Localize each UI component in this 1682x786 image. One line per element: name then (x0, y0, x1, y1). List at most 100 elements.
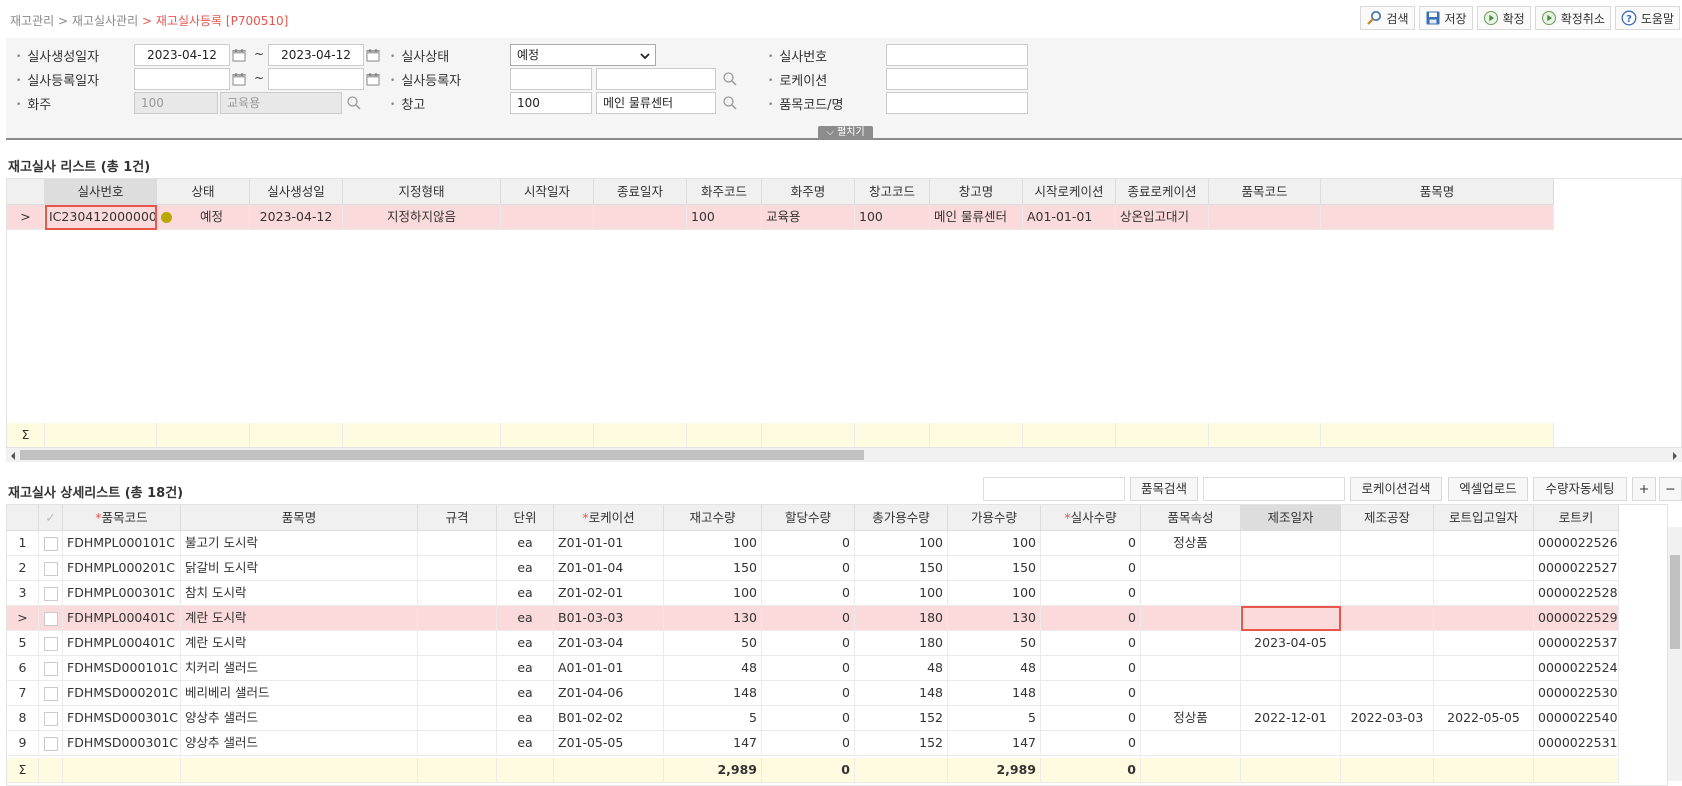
detail-header-lotin[interactable]: 로트입고일자 (1434, 505, 1534, 531)
detail-cell-loc[interactable]: A01-01-01 (554, 656, 664, 681)
detail-header-count[interactable]: *실사수량 (1041, 505, 1141, 531)
location-input[interactable] (886, 68, 1028, 90)
detail-cell-count[interactable]: 0 (1041, 531, 1141, 556)
detail-cell-mfg[interactable] (1241, 606, 1341, 631)
detail-row-checkbox-cell[interactable] (39, 606, 63, 631)
detail-cell-loc[interactable]: B01-03-03 (554, 606, 664, 631)
detail-cell-name[interactable]: 계란 도시락 (181, 631, 418, 656)
detail-cell-attr[interactable]: 정상품 (1141, 531, 1241, 556)
detail-cell-lotin[interactable] (1434, 556, 1534, 581)
detail-cell-stock[interactable]: 100 (664, 531, 762, 556)
list-cell-item-name[interactable] (1321, 205, 1554, 230)
detail-cell-stock[interactable]: 148 (664, 681, 762, 706)
detail-row-checkbox-cell[interactable] (39, 556, 63, 581)
detail-cell-avail[interactable]: 100 (948, 531, 1041, 556)
cancel-confirm-button[interactable]: 확정취소 (1534, 6, 1611, 30)
registrant-code-input[interactable] (510, 68, 592, 90)
row-checkbox[interactable] (43, 561, 58, 576)
detail-cell-alloc[interactable]: 0 (762, 681, 855, 706)
detail-row-number[interactable]: 8 (7, 706, 39, 731)
detail-header-name[interactable]: 품목명 (181, 505, 418, 531)
detail-cell-mfg[interactable] (1241, 681, 1341, 706)
detail-cell-count[interactable]: 0 (1041, 706, 1141, 731)
detail-cell-spec[interactable] (418, 631, 497, 656)
list-cell-start-loc[interactable]: A01-01-01 (1023, 205, 1116, 230)
excel-upload-button[interactable]: 엑셀업로드 (1448, 477, 1528, 501)
detail-cell-name[interactable]: 양상추 샐러드 (181, 706, 418, 731)
detail-cell-attr[interactable] (1141, 606, 1241, 631)
detail-cell-unit[interactable]: ea (497, 556, 554, 581)
detail-cell-count[interactable]: 0 (1041, 556, 1141, 581)
location-search-input[interactable] (1203, 477, 1345, 501)
detail-cell-total[interactable]: 100 (855, 531, 948, 556)
status-select[interactable]: 예정 (510, 44, 656, 66)
detail-cell-unit[interactable]: ea (497, 656, 554, 681)
detail-cell-spec[interactable] (418, 731, 497, 756)
detail-cell-total[interactable]: 180 (855, 606, 948, 631)
detail-cell-stock[interactable]: 5 (664, 706, 762, 731)
detail-header-stock[interactable]: 재고수량 (664, 505, 762, 531)
breadcrumb-level2[interactable]: 재고실사관리 (72, 14, 138, 28)
detail-header-check[interactable]: ✓ (39, 505, 63, 531)
detail-cell-spec[interactable] (418, 681, 497, 706)
scroll-right-icon[interactable] (1671, 450, 1679, 464)
add-row-button[interactable]: + (1632, 477, 1656, 501)
list-cell-created[interactable]: 2023-04-12 (250, 205, 343, 230)
detail-cell-mfg[interactable]: 2023-04-05 (1241, 631, 1341, 656)
location-search-button[interactable]: 로케이션검색 (1350, 477, 1442, 501)
list-cell-owner-code[interactable]: 100 (687, 205, 762, 230)
expand-search-button[interactable]: ⌵ 펼치기 (818, 126, 873, 140)
detail-cell-code[interactable]: FDHMSD000101C (63, 656, 181, 681)
detail-cell-lotin[interactable] (1434, 731, 1534, 756)
detail-cell-lotkey[interactable]: 0000022530 (1534, 681, 1619, 706)
vertical-scroll-thumb[interactable] (1670, 555, 1680, 649)
list-header-created[interactable]: 실사생성일 (250, 179, 343, 205)
detail-cell-plant[interactable] (1341, 731, 1434, 756)
detail-cell-name[interactable]: 베리베리 샐러드 (181, 681, 418, 706)
detail-cell-unit[interactable]: ea (497, 706, 554, 731)
search-icon[interactable] (722, 95, 738, 111)
detail-cell-spec[interactable] (418, 706, 497, 731)
detail-cell-loc[interactable]: Z01-01-01 (554, 531, 664, 556)
detail-cell-mfg[interactable] (1241, 556, 1341, 581)
breadcrumb-level1[interactable]: 재고관리 (10, 14, 54, 28)
detail-cell-lotin[interactable] (1434, 631, 1534, 656)
detail-cell-spec[interactable] (418, 531, 497, 556)
detail-cell-stock[interactable]: 147 (664, 731, 762, 756)
list-cell-end-loc[interactable]: 상온입고대기 (1116, 205, 1209, 230)
confirm-button[interactable]: 확정 (1476, 6, 1531, 30)
detail-cell-attr[interactable] (1141, 656, 1241, 681)
calendar-icon[interactable] (232, 48, 246, 62)
list-header-owner-name[interactable]: 화주명 (762, 179, 855, 205)
detail-cell-code[interactable]: FDHMPL000401C (63, 631, 181, 656)
detail-row-checkbox-cell[interactable] (39, 731, 63, 756)
detail-cell-lotkey[interactable]: 0000022528 (1534, 581, 1619, 606)
list-cell-item-code[interactable] (1209, 205, 1321, 230)
detail-cell-plant[interactable] (1341, 631, 1434, 656)
detail-row-number[interactable]: 2 (7, 556, 39, 581)
detail-cell-name[interactable]: 치커리 샐러드 (181, 656, 418, 681)
list-cell-end[interactable] (594, 205, 687, 230)
list-header-wh-name[interactable]: 창고명 (930, 179, 1023, 205)
detail-row-checkbox-cell[interactable] (39, 531, 63, 556)
row-checkbox[interactable] (43, 711, 58, 726)
detail-cell-loc[interactable]: Z01-04-06 (554, 681, 664, 706)
reg-date-from-input[interactable] (134, 68, 230, 90)
detail-row-checkbox-cell[interactable] (39, 681, 63, 706)
detail-cell-mfg[interactable] (1241, 531, 1341, 556)
detail-row-checkbox-cell[interactable] (39, 631, 63, 656)
list-header-type[interactable]: 지정형태 (343, 179, 501, 205)
detail-row-number[interactable]: 5 (7, 631, 39, 656)
detail-cell-avail[interactable]: 148 (948, 681, 1041, 706)
detail-cell-avail[interactable]: 100 (948, 581, 1041, 606)
detail-cell-lotin[interactable]: 2022-05-05 (1434, 706, 1534, 731)
detail-cell-spec[interactable] (418, 581, 497, 606)
row-checkbox[interactable] (43, 736, 58, 751)
detail-cell-attr[interactable] (1141, 556, 1241, 581)
detail-cell-alloc[interactable]: 0 (762, 656, 855, 681)
detail-cell-lotkey[interactable]: 0000022526 (1534, 531, 1619, 556)
detail-cell-plant[interactable] (1341, 531, 1434, 556)
detail-cell-alloc[interactable]: 0 (762, 731, 855, 756)
detail-cell-code[interactable]: FDHMPL000301C (63, 581, 181, 606)
count-no-input[interactable] (886, 44, 1028, 66)
